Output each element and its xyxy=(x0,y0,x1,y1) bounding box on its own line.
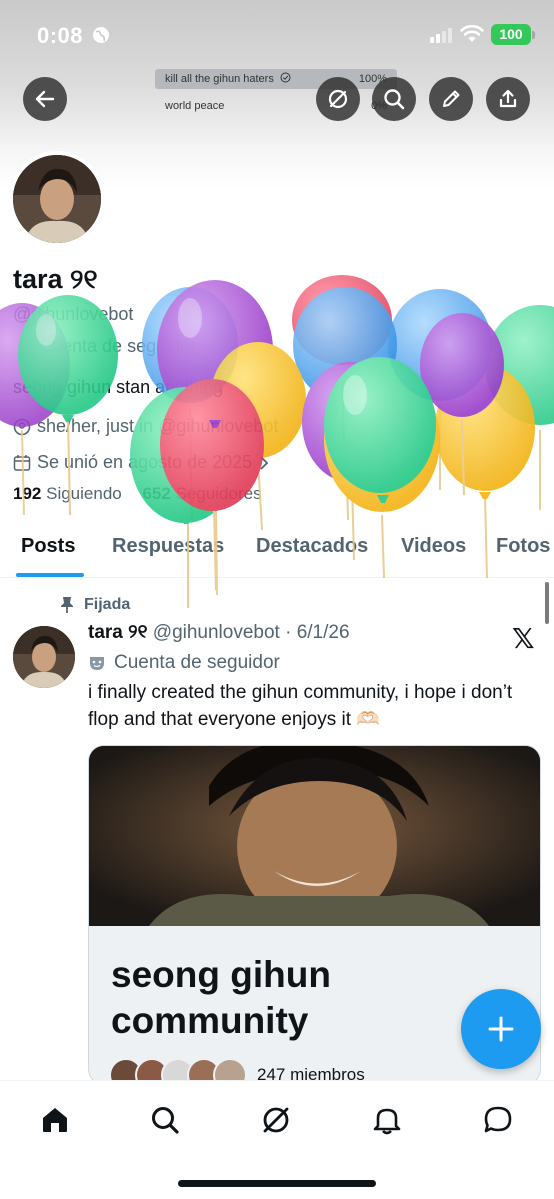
home-indicator[interactable] xyxy=(178,1180,376,1187)
status-time: 0:08 xyxy=(37,23,84,48)
back-button[interactable] xyxy=(23,77,67,121)
post-account-type: Cuenta de seguidor xyxy=(88,652,280,674)
grok-icon xyxy=(263,1107,289,1133)
following-link[interactable]: 192 Siguiendo xyxy=(13,484,122,503)
tab-highlights[interactable]: Destacados xyxy=(256,535,368,558)
share-button[interactable] xyxy=(486,77,530,121)
nav-notifications[interactable] xyxy=(367,1100,407,1140)
tab-posts[interactable]: Posts xyxy=(21,535,75,558)
poll-option: kill all the gihun haters 100% xyxy=(155,68,397,90)
profile-tabs: Posts Respuestas Destacados Videos Fotos xyxy=(0,524,554,578)
profile-joined: Se unió en agosto de 2025 xyxy=(13,452,270,473)
theater-mask-icon xyxy=(90,657,104,670)
signal-icon xyxy=(430,28,452,43)
chevron-right-icon[interactable] xyxy=(258,455,270,471)
following-count: 192 xyxy=(13,484,42,503)
avatar-image xyxy=(13,626,75,688)
grok-icon xyxy=(328,89,348,109)
community-banner-image xyxy=(89,746,540,926)
calendar-icon xyxy=(13,454,31,471)
followers-label: Seguidores xyxy=(175,484,262,503)
grok-button[interactable] xyxy=(316,77,360,121)
profile-bio: seong gihun stan anything xyxy=(13,377,224,397)
community-title: seong gihun community xyxy=(111,954,331,1041)
profile-avatar[interactable] xyxy=(9,151,105,247)
search-icon xyxy=(152,1107,179,1134)
tab-photos[interactable]: Fotos xyxy=(496,535,550,558)
followers-count: 652 xyxy=(142,484,171,503)
user-circle-icon xyxy=(13,418,31,435)
message-icon xyxy=(484,1106,512,1133)
share-icon xyxy=(499,89,517,108)
pin-icon xyxy=(61,597,73,613)
active-tab-indicator xyxy=(16,573,84,577)
globe-icon xyxy=(93,27,109,43)
account-type-label: Cuenta de seguidor xyxy=(39,336,197,356)
avatar-image xyxy=(13,155,101,243)
nav-messages[interactable] xyxy=(478,1100,518,1140)
poll-option: world peace 0% xyxy=(155,95,397,117)
scrollbar[interactable] xyxy=(545,582,549,624)
x-logo-icon: 𝕏 xyxy=(512,622,535,655)
pinned-indicator: Fijada xyxy=(60,596,130,614)
poll-option-percent: 100% xyxy=(358,73,387,85)
compose-button[interactable] xyxy=(461,989,541,1069)
tab-videos[interactable]: Videos xyxy=(401,535,466,558)
follow-counts: 192 Siguiendo 652 Seguidores xyxy=(13,484,262,504)
battery-indicator: 100 xyxy=(491,24,531,45)
bell-icon xyxy=(373,1108,401,1135)
followers-link[interactable]: 652 Seguidores xyxy=(142,484,261,503)
edit-button[interactable] xyxy=(429,77,473,121)
arrow-left-icon xyxy=(35,90,55,108)
profile-handle: @gihunlovebot xyxy=(13,304,134,324)
account-type-badge: Cuenta de seguidor xyxy=(13,336,196,357)
poll-option-label: world peace xyxy=(165,100,225,112)
post-handle-date: @gihunlovebot · 6/1/26 xyxy=(152,622,350,643)
battery-cap xyxy=(532,31,535,39)
nav-search[interactable] xyxy=(145,1100,185,1140)
pinned-label: Fijada xyxy=(84,596,131,613)
nav-grok[interactable] xyxy=(256,1100,296,1140)
poll-option-percent: 0% xyxy=(371,100,387,112)
poll-overlay: kill all the gihun haters 100% world pea… xyxy=(155,68,397,117)
profile-name: tara ୨୧ xyxy=(13,264,98,294)
check-circle-icon xyxy=(280,72,291,83)
pronouns-text: she/her, just in @gihunlovebot xyxy=(37,416,279,436)
post-author[interactable]: tara ୨୧ xyxy=(88,622,148,643)
home-icon xyxy=(43,1108,67,1132)
pencil-icon xyxy=(443,90,460,107)
post-text: i finally created the gihun community, i… xyxy=(88,682,513,730)
poll-option-label: kill all the gihun haters xyxy=(165,73,274,85)
following-label: Siguiendo xyxy=(46,484,122,503)
post-header: tara ୨୧ @gihunlovebot · 6/1/26 xyxy=(88,622,350,644)
post-account-type-label: Cuenta de seguidor xyxy=(114,652,280,673)
profile-pronouns: she/her, just in @gihunlovebot xyxy=(13,416,278,437)
plus-icon xyxy=(488,1016,514,1042)
status-bar: 0:08 100 xyxy=(0,0,554,70)
wifi-icon xyxy=(460,24,484,42)
tab-replies[interactable]: Respuestas xyxy=(112,535,224,558)
post-avatar[interactable] xyxy=(13,626,75,688)
joined-text: Se unió en agosto de 2025 xyxy=(37,452,253,472)
nav-home[interactable] xyxy=(35,1100,75,1140)
